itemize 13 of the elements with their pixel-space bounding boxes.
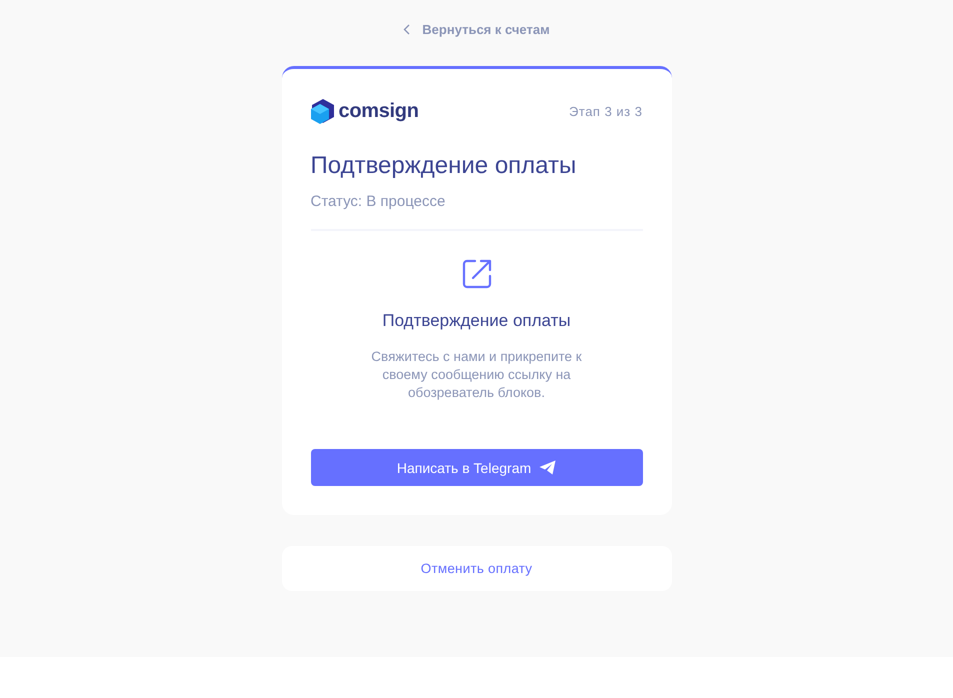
brand-name: comsign	[338, 100, 419, 122]
section-title: Подтверждение оплаты	[382, 311, 571, 331]
external-link-icon	[460, 258, 492, 290]
hexagon-logo-icon	[310, 98, 334, 124]
paper-plane-icon	[539, 460, 556, 475]
telegram-button[interactable]: Написать в Telegram	[310, 449, 642, 486]
back-link[interactable]: Вернуться к счетам	[403, 22, 550, 37]
chevron-left-icon	[403, 24, 410, 35]
page-title: Подтверждение оплаты	[310, 152, 578, 180]
status-text: Статус: В процессе	[310, 193, 446, 210]
instruction-text: Свяжитесь с нами и прикрепите к своему сообщению ссылку на обозреватель блоков.	[370, 348, 583, 402]
step-indicator: Этап 3 из 3	[569, 104, 642, 118]
cancel-link[interactable]: Отменить оплату	[420, 561, 532, 576]
